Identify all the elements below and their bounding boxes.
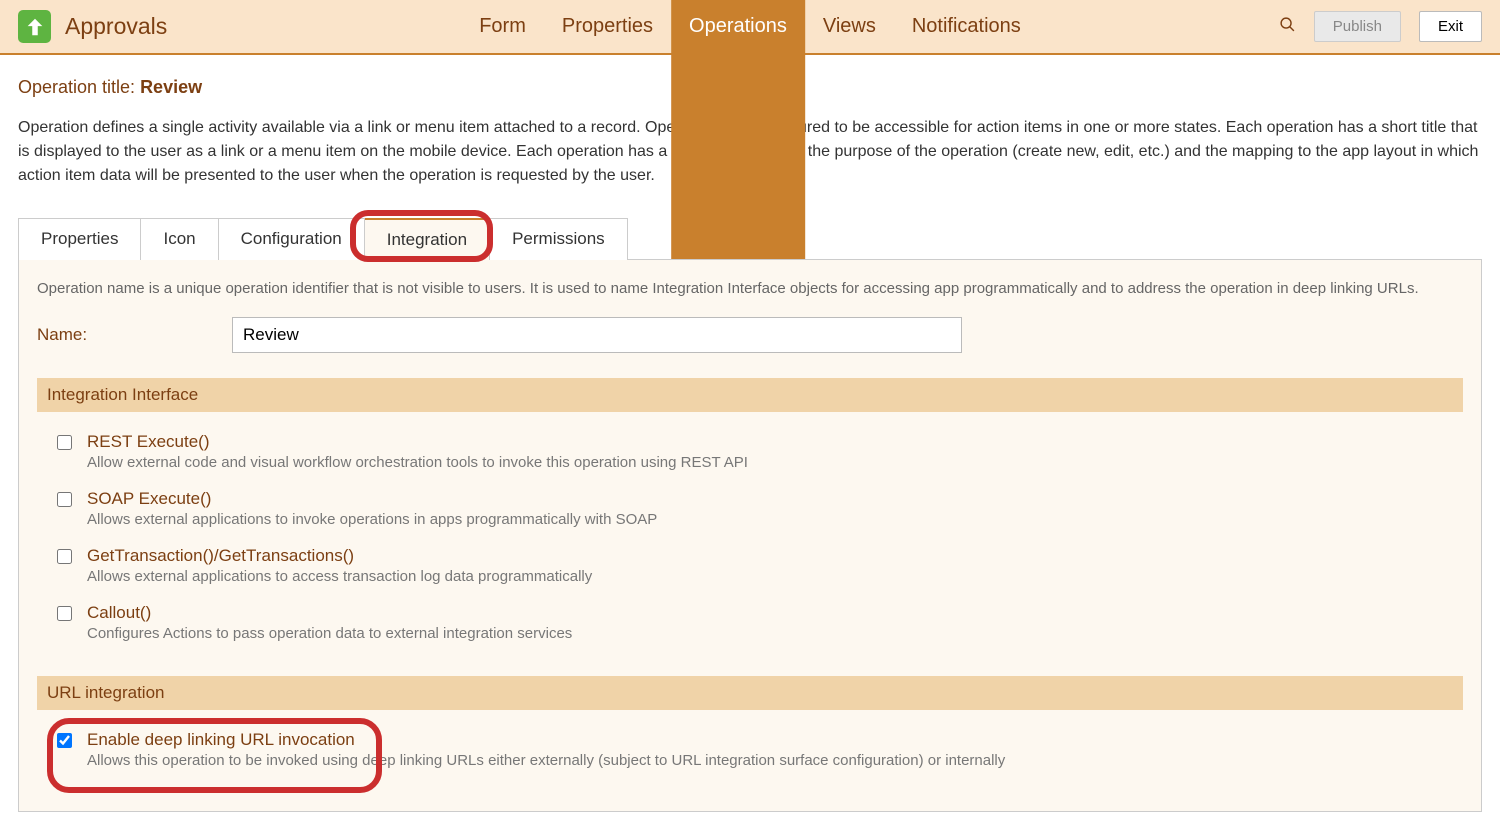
deeplink-title: Enable deep linking URL invocation [87, 730, 1005, 750]
operation-title-prefix: Operation title: [18, 77, 140, 97]
section-integration-interface: Integration Interface [37, 378, 1463, 412]
integration-helper-text: Operation name is a unique operation ide… [37, 280, 1463, 297]
app-title: Approvals [65, 13, 167, 40]
tab-icon[interactable]: Icon [141, 218, 218, 260]
callout-title: Callout() [87, 603, 572, 623]
rest-execute-desc: Allow external code and visual workflow … [87, 454, 748, 471]
deeplink-desc: Allows this operation to be invoked usin… [87, 752, 1005, 769]
gettransaction-title: GetTransaction()/GetTransactions() [87, 546, 592, 566]
callout-desc: Configures Actions to pass operation dat… [87, 625, 572, 642]
tab-integration[interactable]: Integration [365, 218, 490, 260]
checkbox-soap-execute[interactable] [57, 492, 72, 507]
check-soap-execute: SOAP Execute() Allows external applicati… [37, 483, 1463, 540]
rest-execute-title: REST Execute() [87, 432, 748, 452]
header-bar: Approvals Form Properties Operations Vie… [0, 0, 1500, 55]
section-url-integration: URL integration [37, 676, 1463, 710]
publish-button[interactable]: Publish [1314, 11, 1401, 42]
name-label: Name: [37, 325, 232, 345]
sub-tabs: Properties Icon Configuration Integratio… [18, 218, 1482, 260]
tab-permissions[interactable]: Permissions [490, 218, 628, 260]
checkbox-callout[interactable] [57, 606, 72, 621]
soap-execute-title: SOAP Execute() [87, 489, 657, 509]
check-callout: Callout() Configures Actions to pass ope… [37, 597, 1463, 654]
header-actions: Publish Exit [1279, 11, 1482, 42]
soap-execute-desc: Allows external applications to invoke o… [87, 511, 657, 528]
arrow-up-icon [24, 16, 46, 38]
name-field-row: Name: [37, 317, 1463, 353]
name-input[interactable] [232, 317, 962, 353]
checkbox-deeplink[interactable] [57, 733, 72, 748]
search-button[interactable] [1279, 16, 1296, 37]
check-deeplink: Enable deep linking URL invocation Allow… [37, 724, 1463, 781]
checkbox-gettransaction[interactable] [57, 549, 72, 564]
integration-panel: Operation name is a unique operation ide… [18, 259, 1482, 812]
check-rest-execute: REST Execute() Allow external code and v… [37, 426, 1463, 483]
tab-configuration[interactable]: Configuration [219, 218, 365, 260]
gettransaction-desc: Allows external applications to access t… [87, 568, 592, 585]
checkbox-rest-execute[interactable] [57, 435, 72, 450]
exit-button[interactable]: Exit [1419, 11, 1482, 42]
operation-title-value: Review [140, 77, 202, 97]
search-icon [1279, 16, 1296, 33]
tab-properties[interactable]: Properties [18, 218, 141, 260]
app-icon [18, 10, 51, 43]
check-gettransaction: GetTransaction()/GetTransactions() Allow… [37, 540, 1463, 597]
